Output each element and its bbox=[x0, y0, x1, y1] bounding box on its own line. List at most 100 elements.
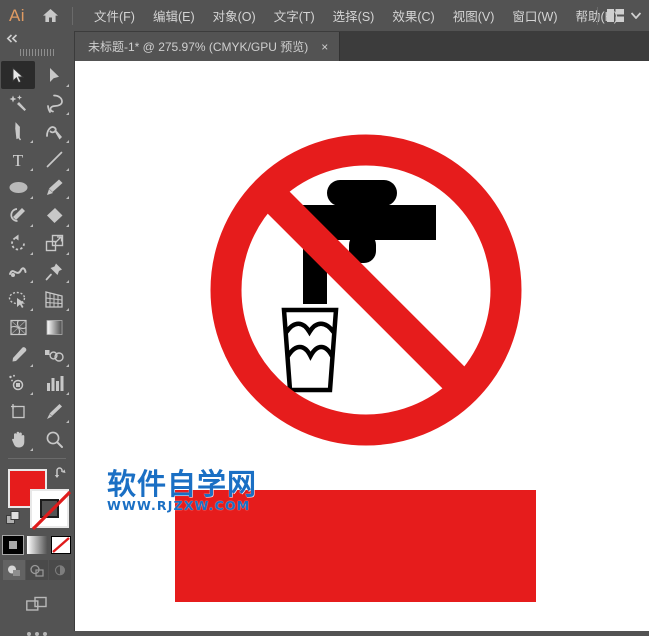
ellipse-tool[interactable] bbox=[1, 173, 35, 201]
stroke-swatch-none[interactable] bbox=[30, 489, 69, 528]
menu-divider bbox=[72, 7, 73, 25]
tool-row bbox=[0, 173, 74, 201]
fill-stroke-controls bbox=[0, 464, 74, 534]
home-glyph bbox=[42, 8, 59, 23]
pen-icon bbox=[9, 122, 28, 141]
lasso-icon bbox=[45, 94, 64, 113]
tool-row bbox=[0, 229, 74, 257]
gradient-tool[interactable] bbox=[37, 313, 71, 341]
tool-row bbox=[0, 369, 74, 397]
tool-flyout-triangle bbox=[66, 84, 69, 87]
ellipse-icon bbox=[8, 180, 29, 195]
menu-object[interactable]: 对象(O) bbox=[204, 1, 265, 30]
menu-view[interactable]: 视图(V) bbox=[444, 1, 504, 30]
tool-flyout-triangle bbox=[30, 252, 33, 255]
close-icon[interactable]: × bbox=[319, 41, 330, 53]
hand-icon bbox=[9, 430, 28, 449]
shape-builder-icon bbox=[8, 290, 29, 309]
white-arrow-cursor-icon bbox=[48, 67, 61, 84]
scale-tool[interactable] bbox=[37, 229, 71, 257]
tool-flyout-triangle bbox=[30, 364, 33, 367]
chevron-down-icon bbox=[631, 12, 641, 19]
rotate-icon bbox=[9, 234, 28, 253]
rotate-tool[interactable] bbox=[1, 229, 35, 257]
none-mode-button[interactable] bbox=[51, 536, 71, 554]
tool-row bbox=[0, 257, 74, 285]
selection-tool[interactable] bbox=[1, 61, 35, 89]
color-mode-button[interactable] bbox=[3, 536, 23, 554]
draw-behind-button[interactable] bbox=[26, 560, 48, 580]
three-dots-icon bbox=[27, 632, 31, 636]
tool-flyout-triangle bbox=[66, 224, 69, 227]
line-segment-tool[interactable] bbox=[37, 145, 71, 173]
double-chevron-left-icon bbox=[6, 34, 19, 43]
workspace-layout-icon bbox=[607, 9, 624, 22]
shaper-tool[interactable] bbox=[1, 201, 35, 229]
lasso-tool[interactable] bbox=[37, 89, 71, 117]
perspective-grid-tool[interactable] bbox=[37, 285, 71, 313]
symbol-sprayer-tool[interactable] bbox=[1, 369, 35, 397]
tool-list: T bbox=[0, 59, 74, 453]
none-slash-icon bbox=[31, 490, 72, 531]
tool-flyout-triangle bbox=[30, 140, 33, 143]
panel-drag-handle[interactable] bbox=[0, 46, 74, 59]
slice-tool[interactable] bbox=[37, 397, 71, 425]
menu-effect[interactable]: 效果(C) bbox=[383, 1, 443, 30]
three-dots-icon bbox=[43, 632, 47, 636]
curvature-tool[interactable] bbox=[37, 117, 71, 145]
gradient-swatch-icon bbox=[45, 319, 64, 336]
home-icon[interactable] bbox=[34, 0, 66, 31]
gradient-mode-button[interactable] bbox=[27, 536, 47, 554]
paintbrush-tool[interactable] bbox=[37, 173, 71, 201]
draw-normal-icon bbox=[7, 564, 21, 577]
draw-normal-button[interactable] bbox=[3, 560, 25, 580]
width-warp-icon bbox=[8, 262, 28, 281]
document-canvas[interactable]: 软件自学网 WWW.RJZXW.COM bbox=[75, 61, 649, 631]
tool-flyout-triangle bbox=[66, 420, 69, 423]
change-screen-mode-button[interactable] bbox=[0, 596, 74, 614]
zoom-tool[interactable] bbox=[37, 425, 71, 453]
menu-file[interactable]: 文件(F) bbox=[85, 1, 144, 30]
direct-selection-tool[interactable] bbox=[37, 61, 71, 89]
arrow-cursor-icon bbox=[11, 67, 26, 84]
eyedropper-tool[interactable] bbox=[1, 341, 35, 369]
mesh-tool[interactable] bbox=[1, 313, 35, 341]
tool-flyout-triangle bbox=[30, 308, 33, 311]
workspace-switcher[interactable] bbox=[597, 0, 641, 31]
edit-toolbar-button[interactable] bbox=[0, 632, 74, 636]
no-drinking-water-sign[interactable] bbox=[226, 150, 506, 430]
swap-fill-stroke-icon[interactable] bbox=[54, 466, 68, 480]
column-graph-tool[interactable] bbox=[37, 369, 71, 397]
blend-icon bbox=[44, 347, 64, 364]
free-transform-tool[interactable] bbox=[37, 257, 71, 285]
gradient-icon bbox=[27, 536, 47, 554]
tool-flyout-triangle bbox=[30, 224, 33, 227]
width-tool[interactable] bbox=[1, 257, 35, 285]
menu-type[interactable]: 文字(T) bbox=[265, 1, 324, 30]
tool-flyout-triangle bbox=[66, 280, 69, 283]
artboard-artwork bbox=[75, 61, 649, 631]
draw-inside-button[interactable] bbox=[49, 560, 71, 580]
menu-edit[interactable]: 编辑(E) bbox=[144, 1, 204, 30]
document-tab[interactable]: 未标题-1* @ 275.97% (CMYK/GPU 预览) × bbox=[75, 32, 340, 61]
menu-window[interactable]: 窗口(W) bbox=[503, 1, 566, 30]
draw-inside-icon bbox=[53, 564, 67, 577]
tool-flyout-triangle bbox=[66, 112, 69, 115]
menu-bar: Ai 文件(F) 编辑(E) 对象(O) 文字(T) 选择(S) 效果(C) 视… bbox=[0, 0, 649, 32]
type-tool[interactable]: T bbox=[1, 145, 35, 173]
menu-select[interactable]: 选择(S) bbox=[324, 1, 384, 30]
eraser-tool[interactable] bbox=[37, 201, 71, 229]
magic-wand-tool[interactable] bbox=[1, 89, 35, 117]
collapse-panel-button[interactable] bbox=[0, 31, 74, 46]
shape-builder-tool[interactable] bbox=[1, 285, 35, 313]
blend-tool[interactable] bbox=[37, 341, 71, 369]
tool-row bbox=[0, 397, 74, 425]
hand-tool[interactable] bbox=[1, 425, 35, 453]
pen-tool[interactable] bbox=[1, 117, 35, 145]
default-fill-stroke-icon[interactable] bbox=[6, 511, 21, 526]
tool-flyout-triangle bbox=[30, 280, 33, 283]
tool-row bbox=[0, 89, 74, 117]
svg-text:T: T bbox=[13, 151, 24, 168]
red-rectangle[interactable] bbox=[175, 490, 536, 602]
artboard-tool[interactable] bbox=[1, 397, 35, 425]
